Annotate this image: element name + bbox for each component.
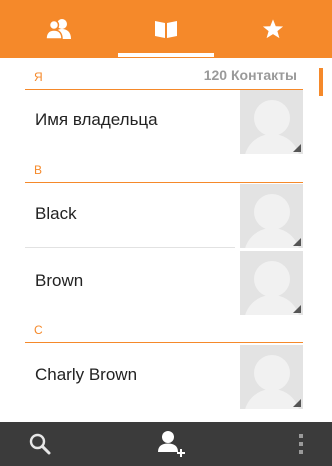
contact-name: Brown bbox=[35, 271, 84, 290]
overflow-menu-icon bbox=[299, 434, 303, 454]
overflow-menu-button[interactable] bbox=[286, 422, 316, 466]
add-contact-icon bbox=[158, 431, 185, 457]
avatar[interactable] bbox=[240, 90, 303, 154]
contacts-group-icon bbox=[45, 19, 71, 40]
tab-bar bbox=[0, 0, 332, 58]
section-divider bbox=[25, 342, 303, 343]
section-header-v: В bbox=[25, 155, 303, 183]
contact-name: Charly Brown bbox=[35, 365, 138, 384]
scrollbar-thumb[interactable] bbox=[319, 68, 323, 96]
search-button[interactable] bbox=[20, 422, 60, 466]
selected-tab-indicator bbox=[118, 53, 214, 57]
tab-favorites[interactable] bbox=[214, 0, 332, 58]
avatar[interactable] bbox=[240, 345, 303, 409]
section-letter: В bbox=[34, 163, 43, 177]
section-divider bbox=[25, 182, 303, 183]
avatar[interactable] bbox=[240, 184, 303, 248]
avatar[interactable] bbox=[240, 251, 303, 315]
contact-row-owner[interactable]: Имя владельца bbox=[25, 90, 303, 154]
add-contact-button[interactable] bbox=[152, 422, 192, 466]
contact-name: Black bbox=[35, 204, 77, 223]
star-icon bbox=[262, 19, 284, 39]
contact-count: 120 Контакты bbox=[203, 67, 297, 83]
book-icon bbox=[155, 21, 177, 38]
bottom-action-bar bbox=[0, 422, 332, 466]
section-letter: С bbox=[34, 323, 43, 337]
contact-row-black[interactable]: Black bbox=[25, 184, 303, 248]
section-header-s: С bbox=[25, 315, 303, 343]
contact-row-charly-brown[interactable]: Charly Brown bbox=[25, 345, 303, 409]
search-icon bbox=[29, 433, 51, 455]
tab-book[interactable] bbox=[118, 0, 214, 58]
row-divider bbox=[25, 247, 235, 248]
section-letter: Я bbox=[34, 70, 43, 84]
section-header-ya: Я 120 Контакты bbox=[25, 62, 303, 90]
tab-contacts[interactable] bbox=[0, 0, 118, 58]
contact-row-brown[interactable]: Brown bbox=[25, 251, 303, 315]
contact-list[interactable]: Я 120 Контакты Имя владельца В Black Bro… bbox=[0, 60, 332, 422]
contact-name: Имя владельца bbox=[35, 110, 158, 129]
